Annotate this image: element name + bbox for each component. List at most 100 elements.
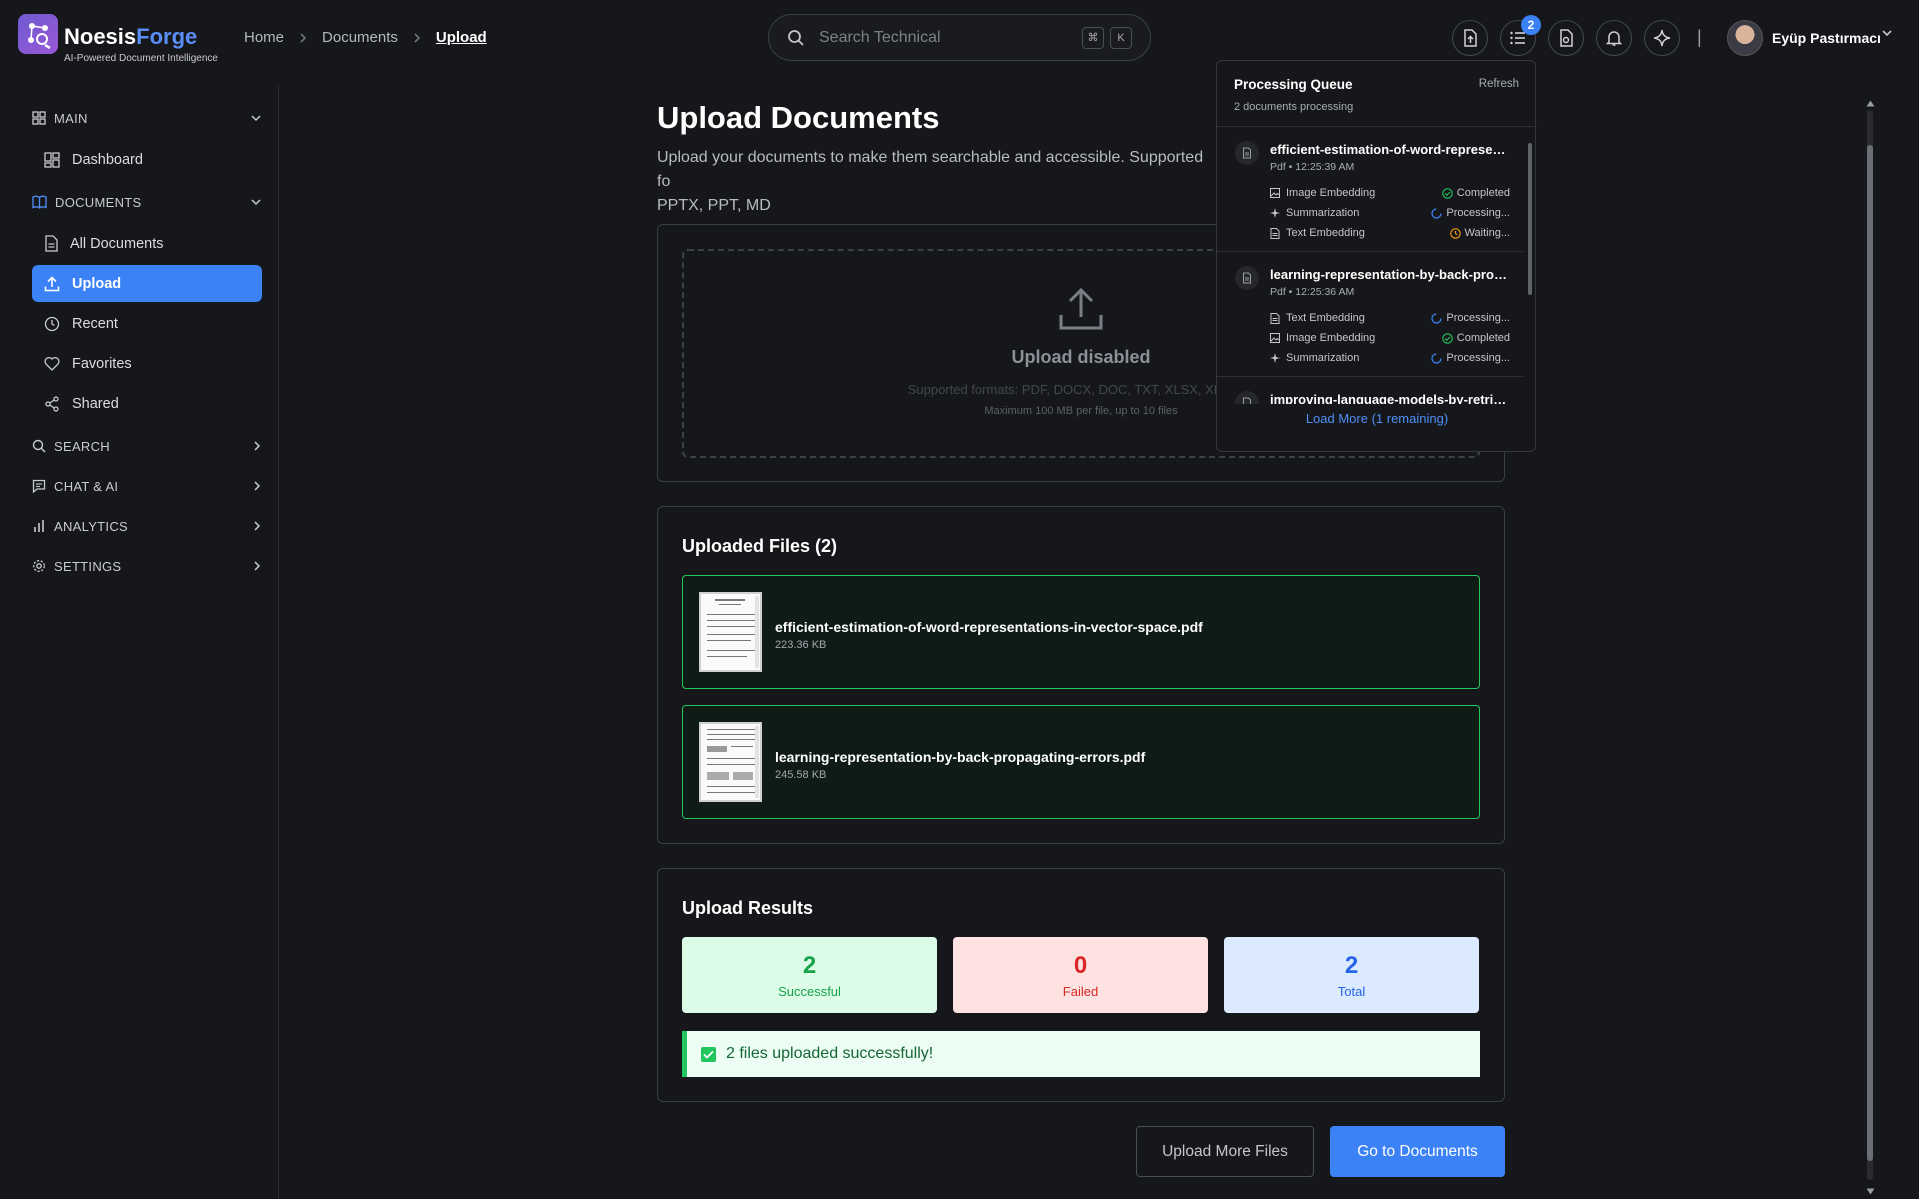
queue-item[interactable]: improving-language-models-by-retrieving-…	[1217, 377, 1523, 404]
sparkle-icon	[1270, 353, 1280, 363]
page-subtitle: Upload your documents to make them searc…	[657, 149, 1204, 214]
avatar[interactable]	[1727, 20, 1763, 56]
sidebar-item-all-documents[interactable]: All Documents	[32, 225, 262, 262]
spinner-icon	[1431, 312, 1443, 324]
chat-icon	[32, 479, 46, 493]
success-message: 2 files uploaded successfully!	[682, 1031, 1480, 1077]
sparkle-icon	[1653, 29, 1671, 47]
scroll-down-icon[interactable]	[1866, 1188, 1875, 1195]
sidebar-section-label: CHAT & AI	[54, 478, 119, 494]
chevron-right-icon	[254, 561, 261, 571]
breadcrumb-upload[interactable]: Upload	[436, 29, 487, 46]
sidebar-item-favorites[interactable]: Favorites	[32, 345, 262, 382]
breadcrumb: Home Documents Upload	[244, 29, 487, 46]
file-thumbnail	[699, 722, 762, 802]
scrollbar-thumb[interactable]	[1867, 145, 1873, 1161]
scroll-up-icon[interactable]	[1866, 100, 1875, 107]
sidebar-item-shared[interactable]: Shared	[32, 385, 262, 422]
queue-item-name: learning-representation-by-back-propagat…	[1270, 267, 1508, 282]
grid-icon	[32, 111, 46, 125]
sidebar-item-upload[interactable]: Upload	[32, 265, 262, 302]
uploaded-files-title: Uploaded Files (2)	[682, 536, 838, 556]
logo-icon[interactable]	[18, 14, 58, 54]
list-icon	[1510, 31, 1525, 45]
user-name[interactable]: Eyüp Pastırmacı	[1772, 30, 1881, 46]
notifications-button[interactable]	[1596, 20, 1632, 56]
uploaded-file-row[interactable]: learning-representation-by-back-propagat…	[682, 705, 1480, 819]
chevron-down-icon	[251, 115, 261, 122]
document-icon	[1235, 141, 1259, 165]
queue-item-meta: Pdf • 12:25:39 AM	[1270, 161, 1355, 173]
success-message-text: 2 files uploaded successfully!	[726, 1045, 934, 1062]
shortcut-key-cmd: ⌘	[1082, 26, 1104, 49]
stat-label: Successful	[778, 983, 841, 999]
sidebar-section-main[interactable]: MAIN	[32, 103, 262, 133]
sidebar-item-label: Shared	[72, 395, 119, 412]
sidebar-item-label: Recent	[72, 315, 118, 332]
sidebar-item-recent[interactable]: Recent	[32, 305, 262, 342]
stat-total: 2 Total	[1224, 937, 1479, 1013]
upload-more-button[interactable]: Upload More Files	[1136, 1126, 1314, 1177]
file-thumbnail	[699, 592, 762, 672]
queue-item[interactable]: learning-representation-by-back-propagat…	[1217, 252, 1523, 377]
stat-label: Failed	[1062, 983, 1099, 999]
stat-label: Total	[1337, 983, 1366, 999]
heart-icon	[44, 356, 60, 371]
top-bar: NoesisForge AI-Powered Document Intellig…	[0, 0, 1919, 76]
load-more-button[interactable]: Load More (1 remaining)	[1217, 411, 1537, 426]
sidebar-section-analytics[interactable]: ANALYTICS	[32, 511, 262, 541]
queue-refresh-button[interactable]: Refresh	[1479, 78, 1519, 90]
queue-item-name: improving-language-models-by-retrieving-…	[1270, 392, 1508, 404]
sidebar-section-settings[interactable]: SETTINGS	[32, 551, 262, 581]
sidebar-section-chat-ai[interactable]: CHAT & AI	[32, 471, 262, 501]
sidebar-section-label: SETTINGS	[54, 558, 122, 574]
chevron-right-icon	[254, 441, 261, 451]
ai-assistant-button[interactable]	[1644, 20, 1680, 56]
check-icon	[701, 1046, 716, 1062]
page-scrollbar[interactable]	[1864, 100, 1875, 1199]
sidebar-section-label: MAIN	[54, 110, 88, 126]
file-size: 223.36 KB	[775, 639, 827, 651]
queue-item-meta: Pdf • 12:25:36 AM	[1270, 286, 1355, 298]
file-name: efficient-estimation-of-word-representat…	[775, 619, 1203, 635]
uploaded-files-card: Uploaded Files (2) efficient-estimation-…	[657, 506, 1505, 844]
stat-successful: 2 Successful	[682, 937, 937, 1013]
sidebar-section-documents[interactable]: DOCUMENTS	[32, 187, 262, 217]
upload-file-button[interactable]	[1452, 20, 1488, 56]
spinner-icon	[1431, 207, 1443, 219]
book-icon	[32, 195, 47, 209]
uploaded-file-row[interactable]: efficient-estimation-of-word-representat…	[682, 575, 1480, 689]
document-icon	[1235, 266, 1259, 290]
queue-list[interactable]: efficient-estimation-of-word-representat…	[1217, 126, 1537, 404]
dropzone-formats: Supported formats: PDF, DOCX, DOC, TXT, …	[907, 382, 1255, 397]
shortcut-key-k: K	[1110, 26, 1132, 49]
breadcrumb-home[interactable]: Home	[244, 29, 284, 46]
stat-value: 2	[1344, 951, 1359, 979]
sidebar-item-label: All Documents	[70, 235, 164, 252]
search-placeholder: Search Technical	[819, 28, 941, 46]
topbar-divider: |	[1697, 27, 1702, 47]
sidebar-section-search[interactable]: SEARCH	[32, 431, 262, 461]
chevron-down-icon[interactable]	[1881, 28, 1893, 38]
queue-scrollbar-thumb[interactable]	[1528, 143, 1532, 295]
chevron-right-icon	[254, 521, 261, 531]
upload-results-card: Upload Results 2 Successful 0 Failed 2 T…	[657, 868, 1505, 1102]
chevron-right-icon	[254, 481, 261, 491]
dropzone-title: Upload disabled	[1011, 347, 1151, 367]
file-size: 245.58 KB	[775, 769, 827, 781]
go-to-documents-button[interactable]: Go to Documents	[1330, 1126, 1505, 1177]
queue-scrollbar[interactable]	[1528, 131, 1533, 401]
queue-item[interactable]: efficient-estimation-of-word-representat…	[1217, 127, 1523, 252]
sidebar-item-dashboard[interactable]: Dashboard	[32, 141, 262, 178]
stat-value: 0	[1073, 951, 1088, 979]
file-name: learning-representation-by-back-propagat…	[775, 749, 1146, 765]
sidebar-item-label: Upload	[72, 275, 122, 292]
sidebar-section-label: ANALYTICS	[54, 518, 128, 534]
image-icon	[1270, 333, 1280, 343]
breadcrumb-documents[interactable]: Documents	[322, 29, 398, 46]
queue-title: Processing Queue	[1234, 77, 1353, 92]
processing-queue-button[interactable]: 2	[1500, 15, 1541, 56]
sidebar-section-label: DOCUMENTS	[55, 194, 142, 210]
search-input[interactable]: Search Technical ⌘ K	[768, 14, 1151, 61]
file-search-button[interactable]	[1548, 20, 1584, 56]
